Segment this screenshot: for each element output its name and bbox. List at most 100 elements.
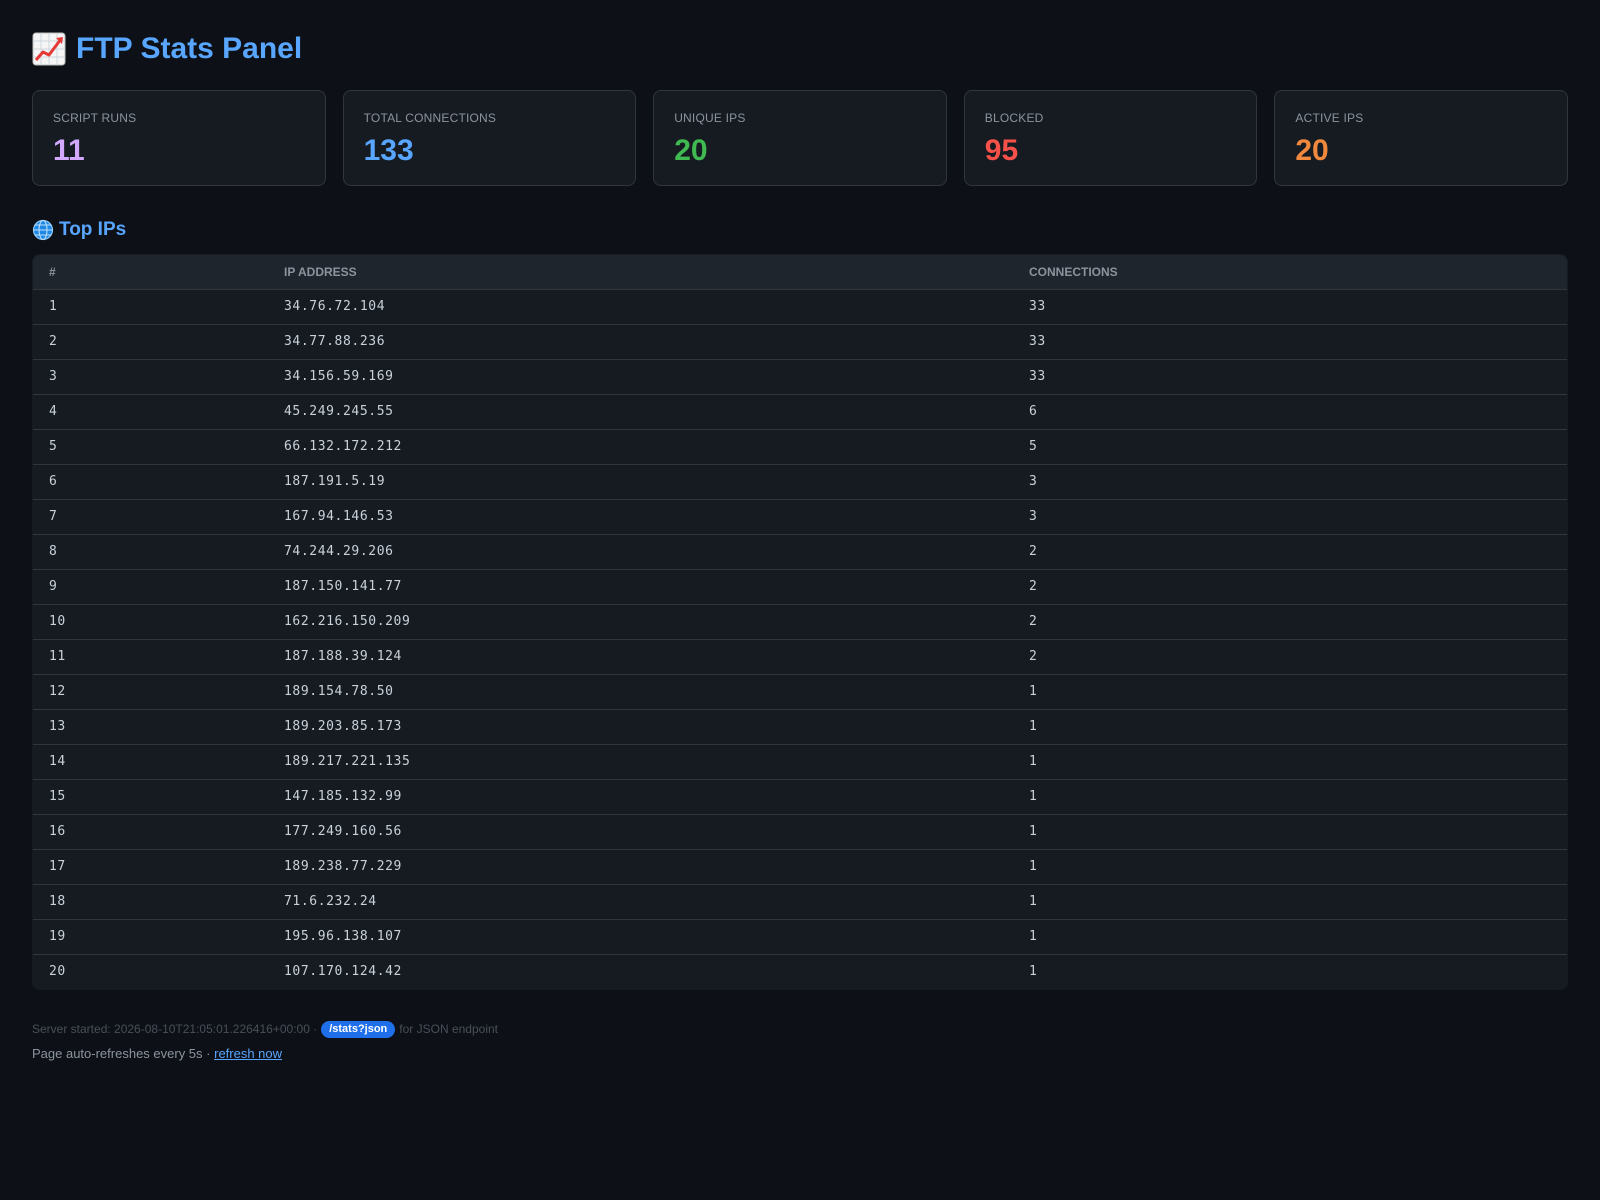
row-ip-address: 34.76.72.104 [268, 289, 1013, 325]
row-connections: 6 [1013, 394, 1567, 430]
row-rank: 6 [33, 464, 268, 500]
row-connections: 2 [1013, 639, 1567, 675]
row-ip-address: 107.170.124.42 [284, 964, 402, 980]
page: FTP Stats Panel SCRIPT RUNS 11 TOTAL CON… [0, 0, 1600, 1061]
table-row: 8 74.244.29.206 2 [33, 534, 1567, 570]
page-title: FTP Stats Panel [76, 32, 303, 65]
table-row: 13 189.203.85.173 1 [33, 709, 1567, 745]
footer-server-info: Server started: 2026-08-10T21:05:01.2264… [32, 1020, 1568, 1038]
row-connections: 1 [1029, 964, 1038, 980]
table-row: 20 107.170.124.42 1 [33, 954, 1567, 989]
row-ip-address: 66.132.172.212 [268, 429, 1013, 465]
stat-label: UNIQUE IPS [674, 111, 746, 125]
row-connections: 1 [1013, 744, 1567, 780]
row-rank: 8 [33, 534, 268, 570]
stat-card-unique-ips: UNIQUE IPS 20 [653, 90, 947, 186]
json-endpoint-text: for JSON endpoint [399, 1022, 498, 1036]
table-row: 6 187.191.5.19 3 [33, 464, 1567, 500]
row-ip-address: 189.238.77.229 [268, 849, 1013, 885]
row-connections: 3 [1013, 499, 1567, 535]
row-connections: 1 [1013, 919, 1567, 955]
row-ip-address: 189.154.78.50 [268, 674, 1013, 710]
row-rank: 19 [33, 919, 268, 955]
table-row: 7 167.94.146.53 3 [33, 499, 1567, 535]
table-row: 19 195.96.138.107 1 [33, 919, 1567, 955]
table-row: 12 189.154.78.50 1 [33, 674, 1567, 710]
stat-card-blocked: BLOCKED 95 [963, 90, 1258, 186]
table-row: 18 71.6.232.24 1 [33, 884, 1567, 920]
row-ip-address: 147.185.132.99 [268, 779, 1013, 815]
row-ip-address: 162.216.150.209 [268, 604, 1013, 640]
table-header-row: # IP ADDRESS CONNECTIONS [33, 255, 1567, 290]
row-rank: 11 [33, 639, 268, 675]
row-connections: 1 [1013, 884, 1567, 920]
row-rank: 10 [33, 604, 268, 640]
table-row: 5 66.132.172.212 5 [33, 429, 1567, 465]
row-ip-address: 34.77.88.236 [268, 324, 1013, 360]
stat-value: 20 [674, 134, 708, 167]
row-rank: 5 [33, 429, 268, 465]
table-row: 15 147.185.132.99 1 [33, 779, 1567, 815]
table-row: 2 34.77.88.236 33 [33, 324, 1567, 360]
top-ips-table: # IP ADDRESS CONNECTIONS 1 34.76.72.104 33… [32, 254, 1568, 990]
stat-label: SCRIPT RUNS [53, 111, 137, 125]
table-row: 16 177.249.160.56 1 [33, 814, 1567, 850]
header: FTP Stats Panel [32, 32, 1568, 66]
row-ip-address: 74.244.29.206 [268, 534, 1013, 570]
row-rank: 17 [33, 849, 268, 885]
auto-refresh-text: Page auto-refreshes every 5s · [32, 1046, 211, 1061]
row-connections: 1 [1013, 674, 1567, 710]
row-connections: 2 [1013, 604, 1567, 640]
row-connections: 33 [1013, 324, 1567, 360]
column-header-connections: CONNECTIONS [1013, 255, 1567, 290]
row-connections: 33 [1013, 359, 1567, 395]
row-rank: 18 [33, 884, 268, 920]
row-connections: 33 [1013, 289, 1567, 325]
table-row: 4 45.249.245.55 6 [33, 394, 1567, 430]
row-connections: 1 [1013, 779, 1567, 815]
footer: Server started: 2026-08-10T21:05:01.2264… [32, 1020, 1568, 1061]
stat-label: TOTAL CONNECTIONS [363, 111, 497, 125]
row-ip-address: 187.150.141.77 [268, 569, 1013, 605]
stat-label: ACTIVE IPS [1295, 111, 1364, 125]
top-ips-header: Top IPs [32, 218, 1568, 242]
row-ip-address: 189.203.85.173 [268, 709, 1013, 745]
row-rank: 16 [33, 814, 268, 850]
row-connections: 1 [1013, 849, 1567, 885]
row-connections: 2 [1013, 534, 1567, 570]
table-row: 9 187.150.141.77 2 [33, 569, 1567, 605]
row-rank: 4 [33, 394, 268, 430]
row-rank: 1 [33, 289, 268, 325]
row-rank: 3 [33, 359, 268, 395]
footer-refresh-info: Page auto-refreshes every 5s · refresh n… [32, 1046, 1568, 1061]
stat-value: 133 [363, 134, 414, 167]
stat-card-script-runs: SCRIPT RUNS 11 [32, 90, 326, 186]
table-row: 11 187.188.39.124 2 [33, 639, 1567, 675]
row-ip-address: 187.188.39.124 [268, 639, 1013, 675]
row-ip-address: 177.249.160.56 [268, 814, 1013, 850]
stat-label: BLOCKED [984, 111, 1044, 125]
row-rank: 9 [33, 569, 268, 605]
chart-increasing-icon [32, 32, 66, 66]
row-rank: 20 [49, 964, 66, 980]
row-rank: 13 [33, 709, 268, 745]
table-row: 10 162.216.150.209 2 [33, 604, 1567, 640]
column-header-rank: # [33, 255, 268, 290]
row-ip-address: 187.191.5.19 [268, 464, 1013, 500]
table-body: 1 34.76.72.104 33 2 34.77.88.236 33 3 34.156.59… [33, 289, 1567, 989]
refresh-now-link[interactable]: refresh now [214, 1046, 282, 1061]
row-connections: 5 [1013, 429, 1567, 465]
stat-value: 11 [53, 134, 85, 167]
stat-value: 20 [1295, 134, 1329, 167]
row-ip-address: 189.217.221.135 [268, 744, 1013, 780]
stat-value: 95 [984, 134, 1019, 167]
table-row: 3 34.156.59.169 33 [33, 359, 1567, 395]
globe-icon [32, 219, 54, 241]
row-connections: 1 [1013, 709, 1567, 745]
json-endpoint-badge[interactable]: /stats?json [321, 1020, 396, 1038]
row-rank: 15 [33, 779, 268, 815]
server-started-text: Server started: 2026-08-10T21:05:01.2264… [32, 1022, 318, 1036]
table-row: 17 189.238.77.229 1 [33, 849, 1567, 885]
row-rank: 2 [33, 324, 268, 360]
table-row: 14 189.217.221.135 1 [33, 744, 1567, 780]
